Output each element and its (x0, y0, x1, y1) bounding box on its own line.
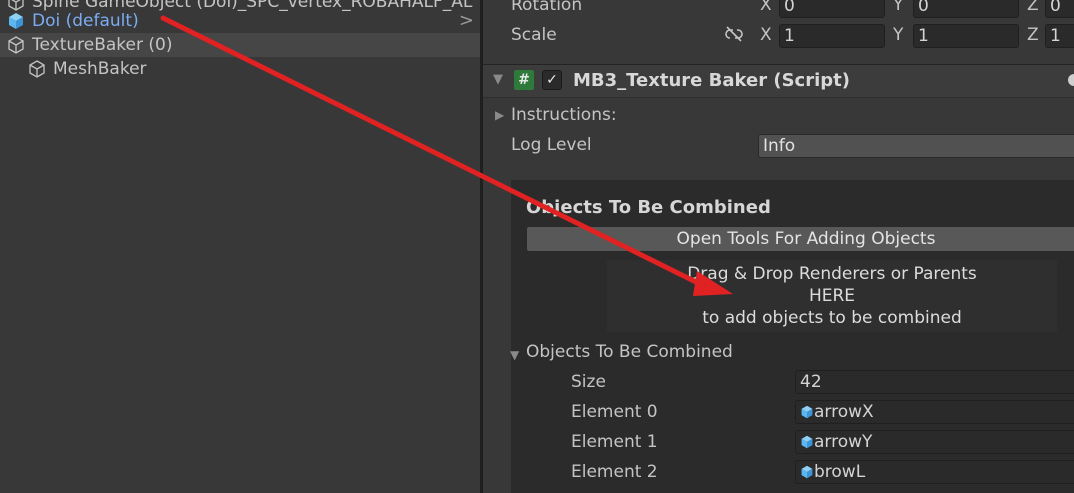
component-header[interactable]: ▼ # ✓ MB3_Texture Baker (Script) (483, 64, 1074, 98)
element-value: browL (814, 462, 866, 482)
rotation-y-axis-label: Y (893, 0, 904, 15)
size-label: Size (571, 372, 606, 392)
rotation-y-field[interactable]: 0 (913, 0, 1019, 18)
hierarchy-item-doi[interactable]: Doi (default) > (0, 9, 480, 33)
objects-list-label: Objects To Be Combined (526, 342, 733, 362)
element-object-field[interactable]: arrowY (795, 430, 1074, 454)
hierarchy-item-texturebaker[interactable]: TextureBaker (0) (0, 33, 480, 57)
enabled-checkbox[interactable]: ✓ (542, 70, 562, 90)
prefab-cube-icon (801, 465, 813, 479)
scale-x-axis-label: X (760, 25, 772, 45)
scale-z-field[interactable]: 1 (1045, 24, 1074, 48)
foldout-triangle-icon[interactable]: ▼ (493, 72, 503, 87)
size-field[interactable]: 42 (795, 370, 1074, 394)
prefab-cube-icon (6, 11, 26, 31)
element-label: Element 1 (571, 432, 658, 452)
scale-y-axis-label: Y (893, 25, 904, 45)
hierarchy-item-label: TextureBaker (0) (32, 35, 173, 55)
element-object-field[interactable]: arrowX (795, 400, 1074, 424)
prefab-cube-icon (801, 435, 813, 449)
element-object-field[interactable]: browL (795, 460, 1074, 484)
gameobject-cube-icon (27, 59, 47, 79)
hierarchy-item-meshbaker[interactable]: MeshBaker (0, 57, 480, 81)
objects-box-heading: Objects To Be Combined (526, 197, 771, 218)
instructions-label: Instructions: (511, 105, 617, 125)
prefab-cube-icon (801, 405, 813, 419)
element-value: arrowY (814, 432, 873, 452)
element-label: Element 2 (571, 462, 658, 482)
element-label: Element 0 (571, 402, 658, 422)
scale-z-axis-label: Z (1027, 25, 1039, 45)
log-level-label: Log Level (511, 135, 592, 155)
instructions-foldout-icon[interactable]: ▶ (495, 108, 504, 122)
unlink-constraint-icon[interactable] (723, 25, 745, 48)
open-tools-button[interactable]: Open Tools For Adding Objects (526, 226, 1074, 252)
rotation-x-axis-label: X (760, 0, 772, 15)
drop-text-line3: to add objects to be combined (702, 308, 962, 328)
hierarchy-panel: Spine GameObject (Doi)_SPC_vertex_ROBAHA… (0, 0, 480, 493)
inspector-panel: Rotation X 0 Y 0 Z 0 Scale X 1 Y 1 Z 1 ▼… (483, 0, 1074, 493)
log-level-dropdown[interactable]: Info (758, 134, 1074, 158)
gameobject-cube-icon (6, 35, 26, 55)
list-foldout-icon[interactable]: ▼ (510, 348, 519, 362)
scale-y-field[interactable]: 1 (913, 24, 1019, 48)
rotation-label: Rotation (511, 0, 583, 15)
chevron-right-icon[interactable]: > (459, 9, 474, 33)
rotation-z-axis-label: Z (1027, 0, 1039, 15)
component-menu-icon[interactable] (1068, 74, 1074, 86)
scale-x-field[interactable]: 1 (779, 24, 885, 48)
script-icon: # (514, 70, 534, 90)
scale-label: Scale (511, 25, 557, 45)
component-title: MB3_Texture Baker (Script) (573, 70, 850, 91)
drop-text-line1: Drag & Drop Renderers or Parents (687, 264, 977, 284)
element-value: arrowX (814, 402, 874, 422)
hierarchy-item-label: Doi (default) (32, 11, 139, 31)
objects-box: Objects To Be Combined Open Tools For Ad… (510, 180, 1074, 493)
drag-drop-area[interactable]: Drag & Drop Renderers or Parents HERE to… (607, 260, 1057, 332)
rotation-x-field[interactable]: 0 (779, 0, 885, 18)
drop-text-line2: HERE (808, 286, 856, 306)
hierarchy-item-label: MeshBaker (53, 59, 147, 79)
rotation-z-field[interactable]: 0 (1045, 0, 1074, 18)
